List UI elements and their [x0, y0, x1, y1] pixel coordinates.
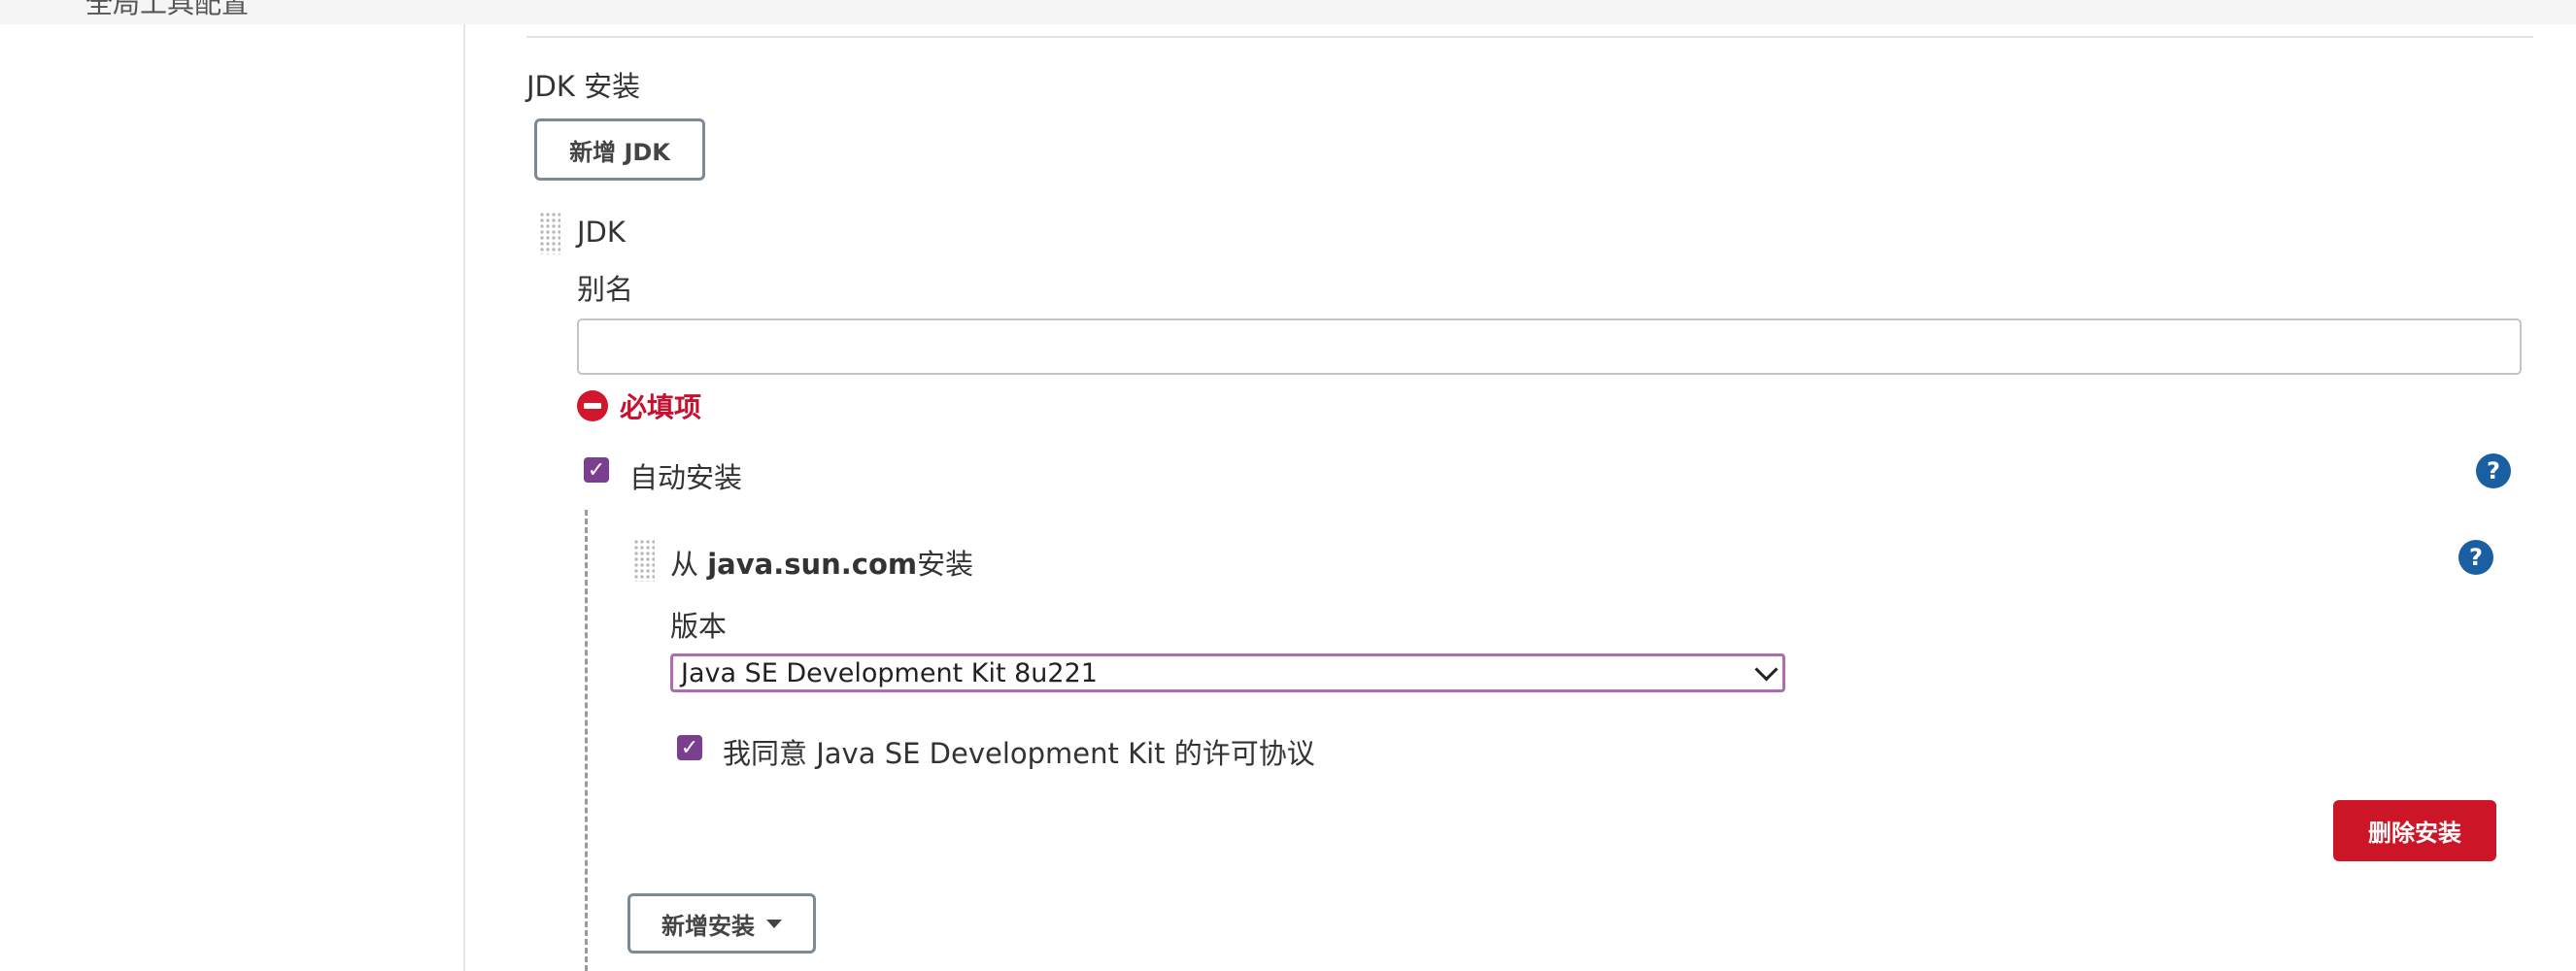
- section-divider: [526, 36, 2533, 38]
- add-installer-button-label: 新增安装: [661, 912, 755, 940]
- installer-title-source: java.sun.com: [707, 548, 918, 581]
- license-checkbox[interactable]: ✓: [677, 735, 702, 760]
- alias-label: 别名: [577, 273, 634, 306]
- license-label[interactable]: 我同意 Java SE Development Kit 的许可协议: [723, 731, 1315, 772]
- chevron-down-icon: [1754, 656, 1779, 682]
- caret-down-icon: [766, 919, 782, 928]
- nested-block-indicator: [585, 510, 588, 971]
- version-label: 版本: [670, 610, 728, 643]
- auto-install-label[interactable]: 自动安装: [629, 455, 742, 496]
- installer-title: 从 java.sun.com安装: [670, 542, 973, 583]
- checkmark-icon: ✓: [587, 457, 606, 483]
- add-installer-button[interactable]: 新增安装: [627, 893, 816, 954]
- delete-installer-button[interactable]: 删除安装: [2333, 800, 2496, 861]
- checkmark-icon: ✓: [680, 735, 699, 760]
- add-jdk-button[interactable]: 新增 JDK: [534, 118, 705, 181]
- delete-installer-button-label: 删除安装: [2368, 820, 2461, 847]
- alias-input[interactable]: [577, 318, 2522, 375]
- version-select[interactable]: Java SE Development Kit 8u221: [670, 653, 1785, 692]
- error-icon: [577, 390, 608, 421]
- drag-handle-icon[interactable]: [539, 212, 560, 254]
- auto-install-checkbox[interactable]: ✓: [584, 457, 609, 483]
- jdk-section-title: JDK 安装: [526, 70, 641, 103]
- drag-handle-icon[interactable]: [633, 539, 655, 582]
- add-jdk-button-label: 新增 JDK: [569, 138, 670, 166]
- error-text: 必填项: [620, 391, 702, 423]
- installer-title-suffix: 安装: [917, 548, 974, 581]
- jdk-item-title: JDK: [577, 216, 626, 249]
- help-icon[interactable]: ?: [2476, 453, 2511, 488]
- breadcrumb[interactable]: 全局工具配置: [85, 0, 249, 21]
- alias-error: 必填项: [577, 386, 701, 425]
- sidebar-divider: [463, 24, 465, 971]
- help-icon[interactable]: ?: [2458, 540, 2493, 575]
- version-select-value: Java SE Development Kit 8u221: [681, 657, 1098, 688]
- installer-title-prefix: 从: [670, 548, 708, 581]
- top-header-bar: 全局工具配置: [0, 0, 2576, 24]
